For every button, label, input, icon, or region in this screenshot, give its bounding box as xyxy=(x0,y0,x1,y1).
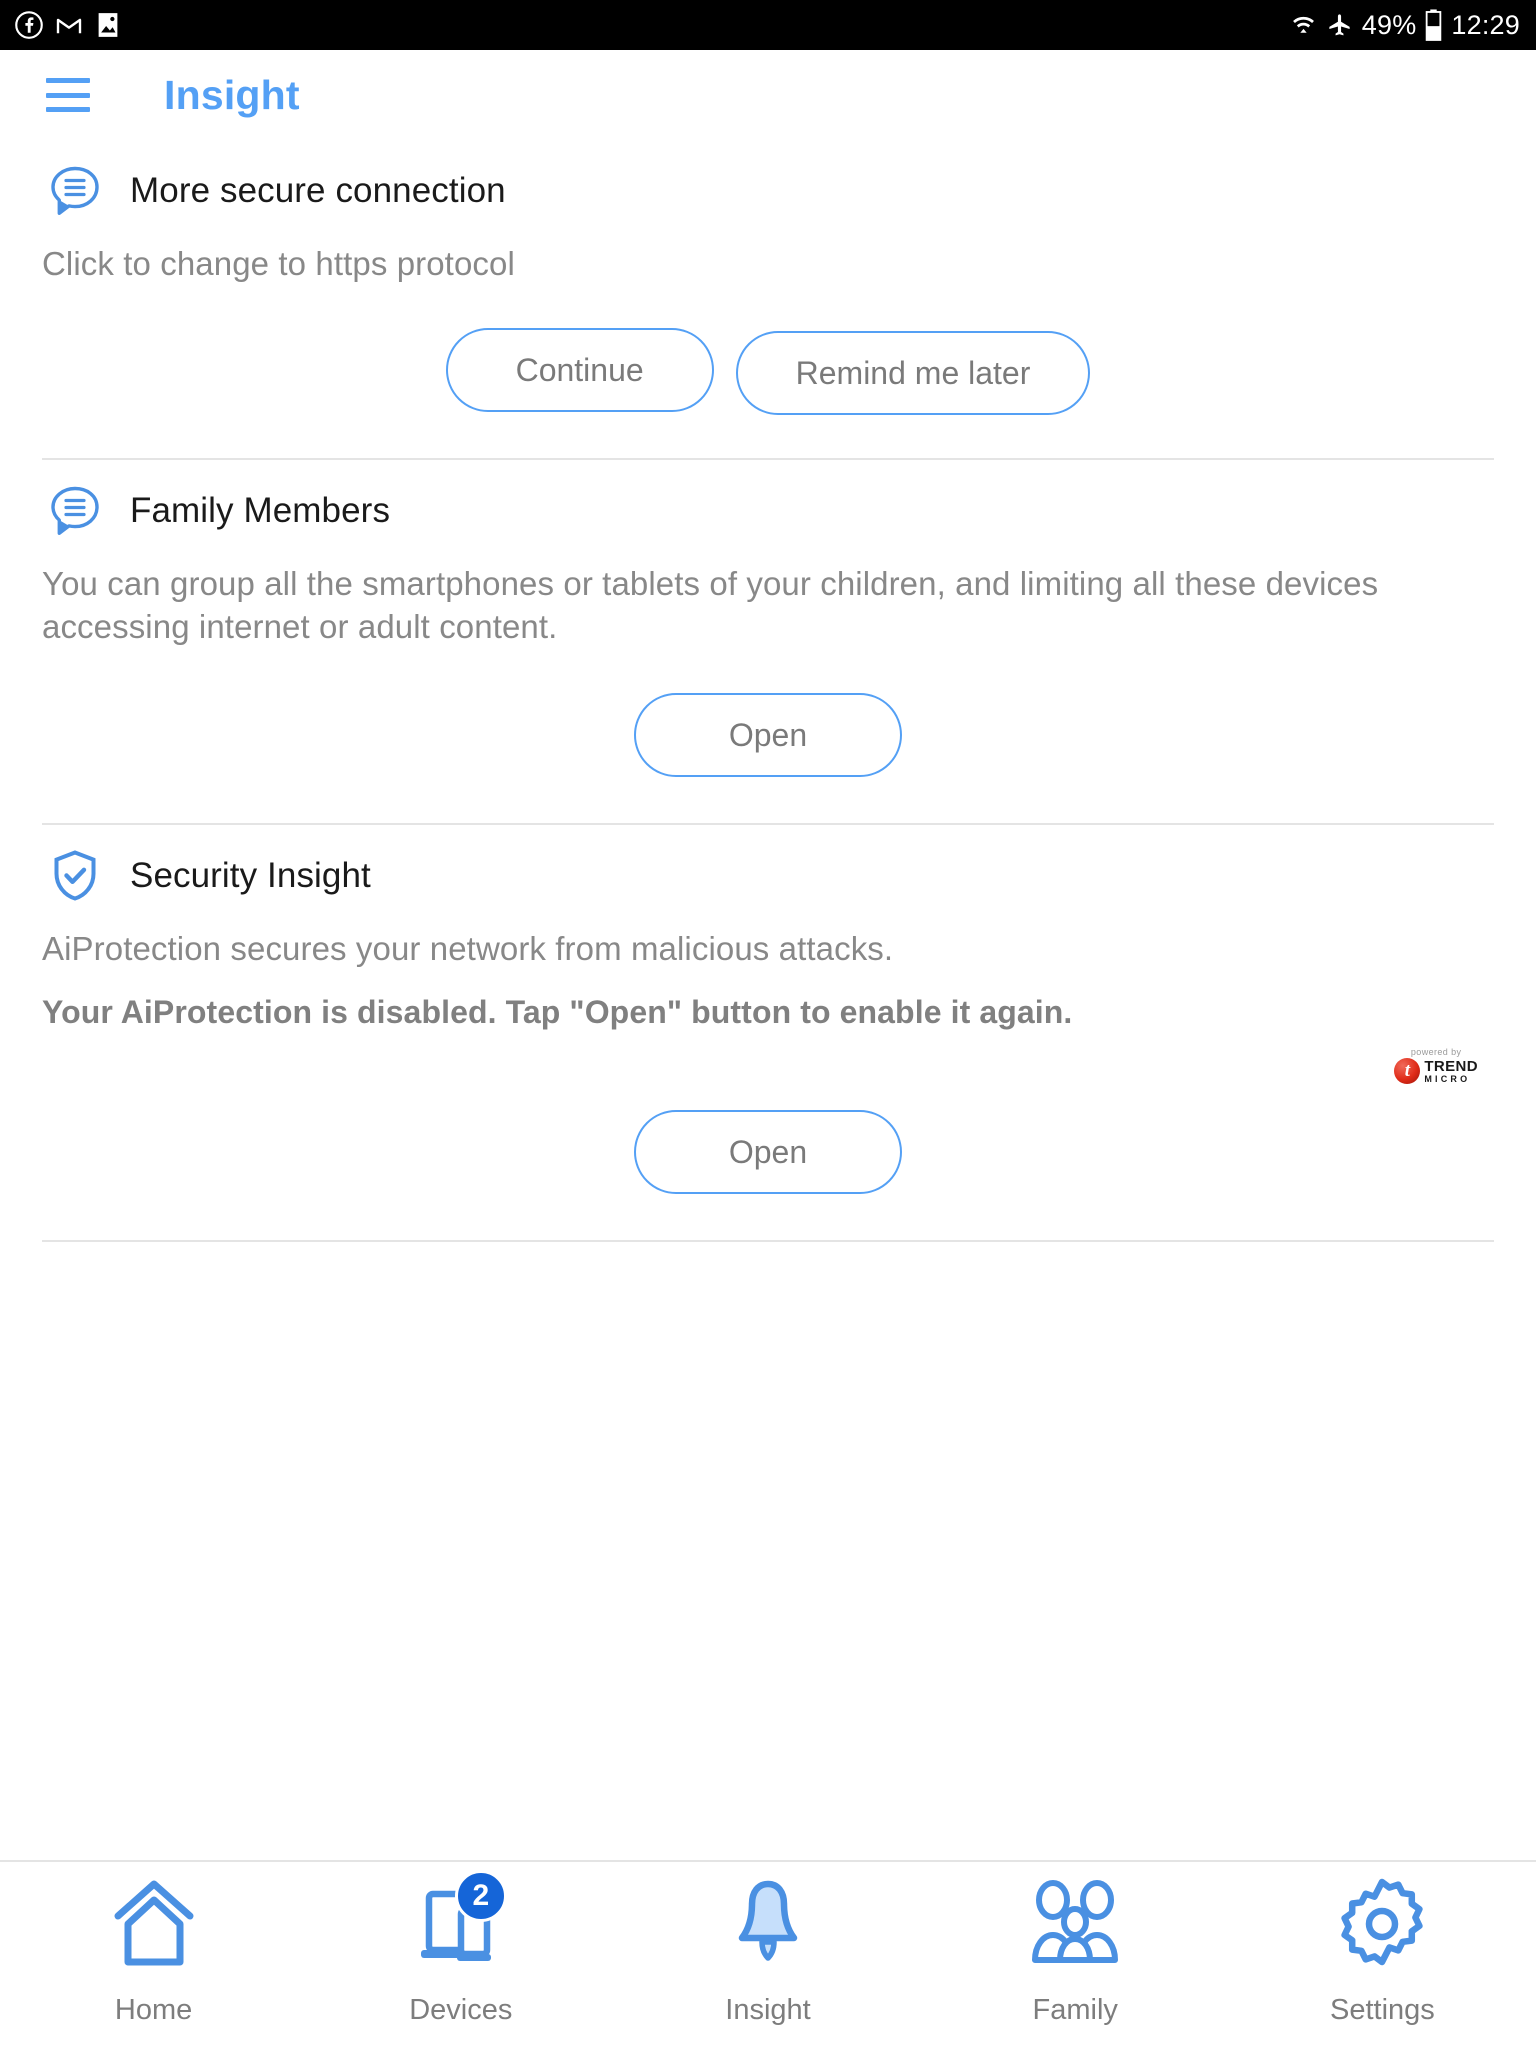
nav-item-insight[interactable]: Insight xyxy=(614,1876,921,2027)
nav-label: Family xyxy=(1032,1994,1118,2026)
remind-me-later-button[interactable]: Remind me later xyxy=(735,330,1091,415)
open-security-insight-button[interactable]: Open xyxy=(634,1110,902,1195)
open-family-members-button[interactable]: Open xyxy=(634,692,902,777)
card-header: Family Members xyxy=(42,482,1494,540)
card-description: Click to change to https protocol xyxy=(42,245,515,282)
clock-label: 12:29 xyxy=(1451,9,1520,40)
page-title: Insight xyxy=(164,71,300,118)
photo-icon xyxy=(94,10,122,40)
card-title: Security Insight xyxy=(130,855,371,895)
status-bar-notification-icons xyxy=(14,10,122,40)
nav-label: Insight xyxy=(725,1994,811,2026)
card-security-insight: Security Insight AiProtection secures yo… xyxy=(42,825,1494,1243)
card-title: More secure connection xyxy=(130,171,506,210)
trend-micro-mark-icon xyxy=(1394,1058,1421,1085)
card-title: Family Members xyxy=(130,490,391,530)
card-header: Security Insight xyxy=(42,847,1494,905)
home-icon xyxy=(110,1878,198,1975)
speech-bubble-lines-icon xyxy=(46,482,104,540)
facebook-icon xyxy=(14,10,44,40)
shield-check-icon xyxy=(46,847,104,905)
nav-label: Devices xyxy=(409,1994,513,2026)
card-divider xyxy=(42,1240,1494,1243)
nav-item-home[interactable]: Home xyxy=(0,1876,307,2027)
nav-item-settings[interactable]: Settings xyxy=(1229,1876,1536,2027)
trend-micro-badge-row: powered by TREND MICRO xyxy=(42,1047,1494,1085)
card-actions: Continue Remind me later xyxy=(42,327,1494,415)
nav-icon-wrapper xyxy=(1334,1876,1430,1976)
app-bar: Insight xyxy=(0,50,1536,140)
gear-icon xyxy=(1336,1878,1428,1975)
airplane-mode-icon xyxy=(1326,10,1353,40)
trend-micro-logo: TREND MICRO xyxy=(1394,1058,1478,1085)
trend-micro-brand-line2: MICRO xyxy=(1424,1073,1471,1084)
card-description: AiProtection secures your network from m… xyxy=(42,929,894,967)
insight-card-list: More secure connection Click to change t… xyxy=(0,140,1536,1860)
card-description: You can group all the smartphones or tab… xyxy=(42,564,1379,646)
trend-micro-brand-line1: TREND xyxy=(1424,1057,1478,1075)
nav-icon-wrapper xyxy=(720,1876,816,1976)
nav-label: Settings xyxy=(1330,1994,1435,2026)
card-family-members: Family Members You can group all the sma… xyxy=(42,460,1494,825)
wifi-icon xyxy=(1290,10,1317,40)
devices-badge-count: 2 xyxy=(454,1870,507,1922)
trend-micro-wordmark: TREND MICRO xyxy=(1424,1059,1478,1084)
card-actions: Open xyxy=(42,692,1494,777)
card-more-secure-connection: More secure connection Click to change t… xyxy=(42,140,1494,460)
app-root: 49% 12:29 Insight More secure connection… xyxy=(0,0,1536,2048)
nav-label: Home xyxy=(114,1994,193,2026)
aiprotection-warning-text: Your AiProtection is disabled. Tap "Open… xyxy=(42,994,1073,1031)
nav-item-family[interactable]: Family xyxy=(922,1876,1229,2027)
battery-percent-label: 49% xyxy=(1361,9,1417,40)
bell-icon xyxy=(724,1878,812,1975)
speech-bubble-lines-icon xyxy=(46,162,104,220)
bottom-navigation-bar: Home 2 Devices Insight Family Settings xyxy=(0,1860,1536,2048)
nav-item-devices[interactable]: 2 Devices xyxy=(307,1870,614,2027)
status-bar-system-icons: 49% 12:29 xyxy=(1290,9,1520,41)
nav-icon-wrapper: 2 xyxy=(413,1870,509,1976)
powered-by-label: powered by xyxy=(1410,1047,1462,1058)
gmail-icon xyxy=(54,10,84,40)
family-people-icon xyxy=(1027,1878,1123,1975)
continue-button[interactable]: Continue xyxy=(445,327,714,412)
trend-micro-badge: powered by TREND MICRO xyxy=(1394,1047,1478,1085)
battery-icon xyxy=(1425,9,1442,41)
hamburger-menu-icon[interactable] xyxy=(46,78,90,112)
status-bar: 49% 12:29 xyxy=(0,0,1536,50)
nav-icon-wrapper xyxy=(106,1876,202,1976)
card-header: More secure connection xyxy=(42,162,1494,220)
nav-icon-wrapper xyxy=(1027,1876,1123,1976)
card-actions: Open xyxy=(42,1110,1494,1195)
